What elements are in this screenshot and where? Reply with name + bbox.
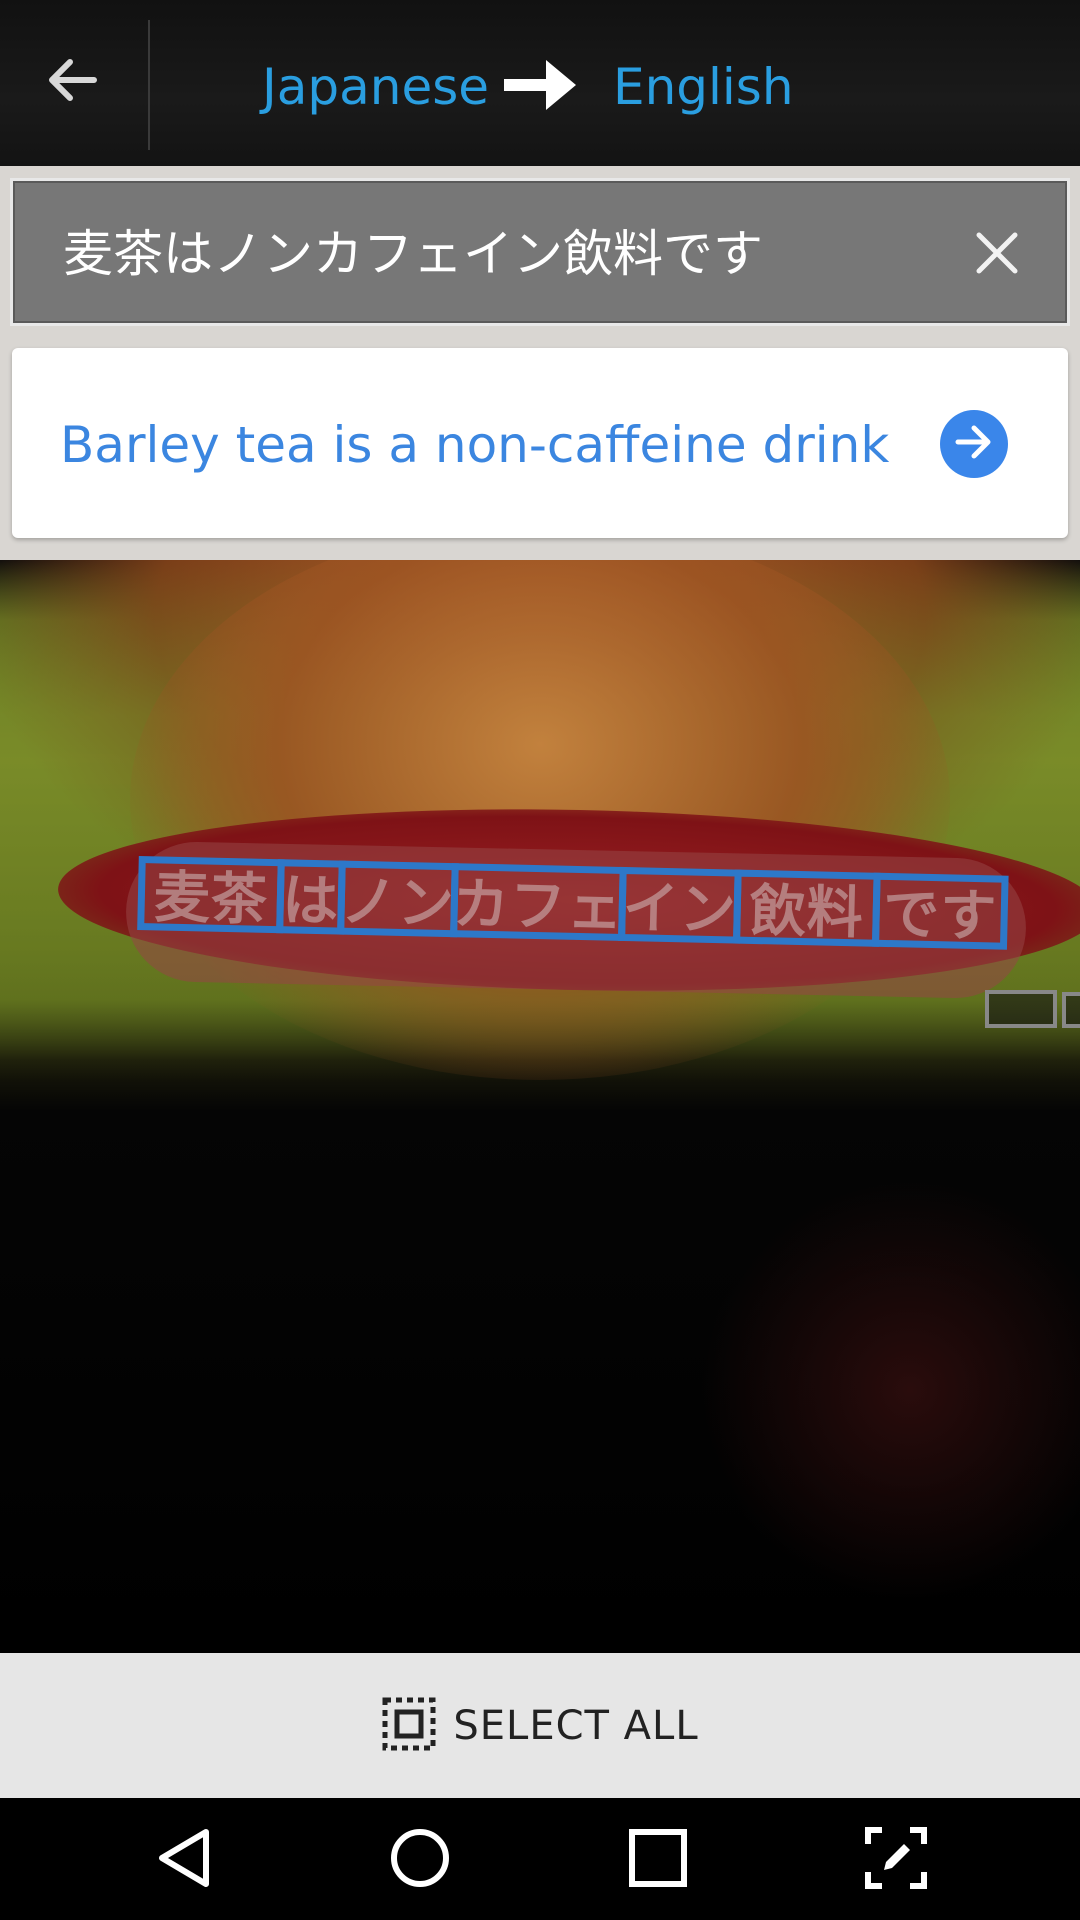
detected-segment[interactable]: 麦茶 [137, 855, 285, 933]
detected-segment-small[interactable] [985, 990, 1057, 1028]
select-all-button[interactable]: SELECT ALL [381, 1696, 698, 1756]
translation-panel: 麦茶はノンカフェイン飲料です Barley tea is a non-caffe… [0, 166, 1080, 560]
source-language-selector[interactable]: Japanese [262, 52, 489, 122]
back-triangle-icon [154, 1826, 214, 1894]
screen: 麦茶 は ノン カフェ イン 飲料 です Japanese English 麦茶… [0, 0, 1080, 1920]
translation-text: Barley tea is a non-caffeine drink [60, 416, 890, 474]
arrow-back-icon [44, 52, 100, 112]
select-all-bar: SELECT ALL [0, 1653, 1080, 1798]
home-circle-icon [388, 1826, 452, 1894]
nav-home-button[interactable] [384, 1824, 456, 1896]
detected-segment-small[interactable] [1062, 992, 1080, 1028]
nav-screenshot-edit-button[interactable] [860, 1824, 932, 1896]
detected-segment[interactable]: カフェ [450, 862, 627, 941]
detected-segment[interactable]: 飲料 [733, 869, 881, 947]
open-translation-button[interactable] [940, 410, 1008, 478]
detected-segment[interactable]: イン [618, 866, 742, 944]
screenshot-edit-icon [864, 1826, 928, 1894]
nav-back-button[interactable] [148, 1824, 220, 1896]
arrow-right-circle-icon [952, 420, 996, 468]
detected-text-line[interactable]: 麦茶 は ノン カフェ イン 飲料 です [137, 845, 1019, 960]
source-text-box[interactable]: 麦茶はノンカフェイン飲料です [10, 178, 1070, 326]
navigation-bar [0, 1798, 1080, 1920]
back-button[interactable] [36, 46, 108, 118]
source-text[interactable]: 麦茶はノンカフェイン飲料です [63, 219, 763, 289]
select-all-icon [381, 1696, 437, 1756]
detected-segment[interactable]: は [276, 858, 346, 935]
camera-cup-shape [130, 520, 950, 1080]
select-all-label: SELECT ALL [453, 1702, 699, 1749]
arrow-right-icon[interactable] [500, 56, 580, 114]
camera-shadow [700, 1180, 1080, 1600]
target-language-selector[interactable]: English [613, 52, 794, 122]
nav-recents-button[interactable] [622, 1824, 694, 1896]
recents-square-icon [626, 1826, 690, 1894]
clear-button[interactable] [969, 227, 1025, 283]
top-bar: Japanese English [0, 0, 1080, 166]
close-icon [975, 231, 1019, 279]
detected-segment[interactable]: ノン [337, 860, 459, 937]
detected-segment[interactable]: です [871, 872, 1009, 950]
translation-card[interactable]: Barley tea is a non-caffeine drink [12, 348, 1068, 538]
header-divider [148, 20, 150, 150]
